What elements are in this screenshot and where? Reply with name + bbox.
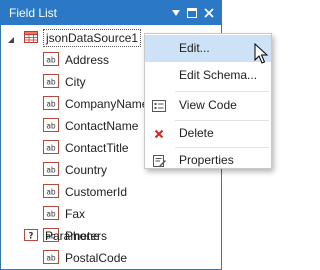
tree-node-field[interactable]: ab PostalCode	[43, 247, 127, 269]
menu-item-label: Edit...	[179, 41, 210, 55]
datasource-icon	[23, 29, 39, 48]
collapse-expander-icon[interactable]	[7, 34, 16, 43]
tree-node-parameters[interactable]: ? Parameters	[23, 225, 107, 247]
mouse-cursor-icon	[254, 42, 269, 65]
svg-text:ab: ab	[46, 143, 56, 152]
tree-node-field[interactable]: ab CustomerId	[43, 181, 127, 203]
pin-icon[interactable]	[169, 6, 183, 20]
tree-node-datasource[interactable]: jsonDataSource1	[23, 27, 142, 49]
field-label: Fax	[65, 207, 86, 221]
tree-node-field[interactable]: ab ContactName	[43, 115, 138, 137]
svg-text:ab: ab	[46, 165, 56, 174]
properties-icon	[151, 153, 167, 169]
svg-text:?: ?	[29, 231, 34, 241]
context-menu: Edit... Edit Schema... View Code Delete …	[144, 33, 272, 169]
panel-titlebar: Field List	[1, 1, 221, 25]
string-field-icon: ab	[43, 205, 59, 224]
menu-item-edit[interactable]: Edit...	[145, 35, 271, 62]
panel-title: Field List	[9, 6, 58, 20]
svg-text:ab: ab	[46, 121, 56, 130]
field-label: CustomerId	[65, 185, 128, 199]
parameters-icon: ?	[23, 227, 39, 246]
svg-text:ab: ab	[46, 187, 56, 196]
datasource-label: jsonDataSource1	[43, 29, 142, 47]
string-field-icon: ab	[43, 139, 59, 158]
parameters-label: Parameters	[45, 229, 108, 243]
tree-node-field[interactable]: ab City	[43, 71, 86, 93]
field-label: CompanyName	[65, 97, 149, 111]
string-field-icon: ab	[43, 249, 59, 268]
field-label: ContactTitle	[65, 141, 129, 155]
svg-text:ab: ab	[46, 77, 56, 86]
field-label: PostalCode	[65, 251, 128, 265]
svg-text:ab: ab	[46, 253, 56, 262]
field-label: City	[65, 75, 86, 89]
string-field-icon: ab	[43, 51, 59, 70]
string-field-icon: ab	[43, 183, 59, 202]
menu-item-label: Properties	[179, 153, 234, 167]
field-label: Address	[65, 53, 110, 67]
svg-text:ab: ab	[46, 209, 56, 218]
tree-node-field[interactable]: ab Country	[43, 159, 107, 181]
menu-item-view-code[interactable]: View Code	[145, 92, 271, 119]
tree-node-field[interactable]: ab ContactTitle	[43, 137, 129, 159]
maximize-icon[interactable]	[185, 6, 199, 20]
string-field-icon: ab	[43, 73, 59, 92]
code-icon	[151, 98, 167, 114]
field-label: ContactName	[65, 119, 139, 133]
tree-node-field[interactable]: ab Address	[43, 49, 109, 71]
tree-node-field[interactable]: ab Fax	[43, 203, 85, 225]
menu-item-delete[interactable]: Delete	[145, 120, 271, 147]
close-icon[interactable]	[202, 6, 216, 20]
string-field-icon: ab	[43, 161, 59, 180]
menu-item-label: Edit Schema...	[179, 68, 258, 82]
menu-item-label: View Code	[179, 98, 237, 112]
menu-item-label: Delete	[179, 126, 214, 140]
string-field-icon: ab	[43, 117, 59, 136]
menu-item-edit-schema[interactable]: Edit Schema...	[145, 62, 271, 89]
string-field-icon: ab	[43, 95, 59, 114]
field-label: Country	[65, 163, 108, 177]
svg-text:ab: ab	[46, 55, 56, 64]
menu-item-properties[interactable]: Properties	[145, 147, 271, 174]
tree-node-field[interactable]: ab CompanyName	[43, 93, 148, 115]
svg-text:ab: ab	[46, 99, 56, 108]
delete-icon	[151, 126, 167, 142]
